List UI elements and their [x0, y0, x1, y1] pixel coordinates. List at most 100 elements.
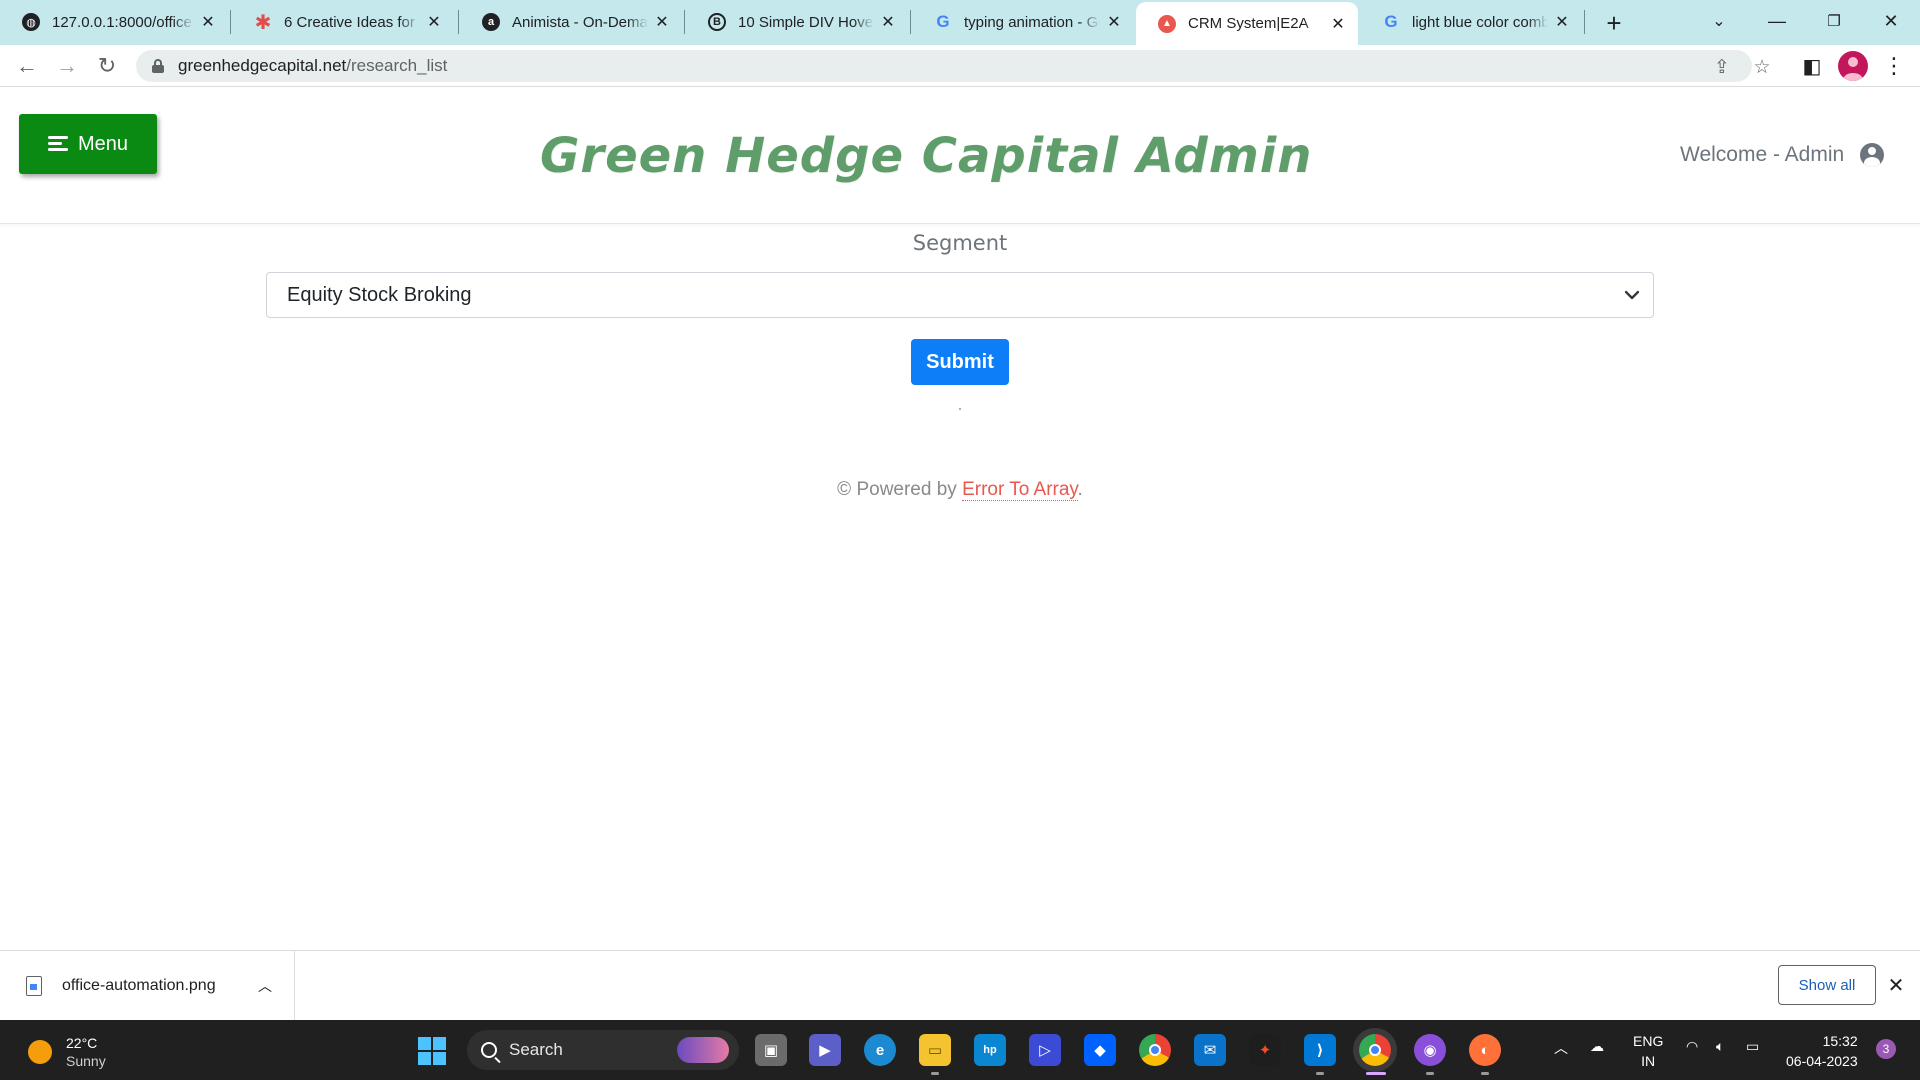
- tab-search-icon[interactable]: ⌄: [1699, 6, 1739, 36]
- weather-widget[interactable]: 22°C Sunny: [28, 1034, 106, 1070]
- teams-icon[interactable]: ▶: [809, 1034, 841, 1066]
- tab-typing-animation[interactable]: G typing animation - Go ✕: [912, 0, 1134, 44]
- back-icon[interactable]: ←: [11, 50, 43, 82]
- temperature: 22°C: [66, 1035, 98, 1051]
- tab-title: 127.0.0.1:8000/office-: [52, 13, 194, 31]
- google-icon: G: [1384, 12, 1398, 31]
- tab-creative-ideas[interactable]: ✱ 6 Creative Ideas for C ✕: [232, 0, 454, 44]
- forward-icon[interactable]: →: [51, 50, 83, 82]
- segment-label: Segment: [912, 231, 1008, 255]
- close-icon[interactable]: ✕: [1884, 973, 1908, 997]
- tab-div-hover[interactable]: B 10 Simple DIV Hover E ✕: [686, 0, 908, 44]
- vscode-icon[interactable]: ⟩: [1304, 1034, 1336, 1066]
- close-icon[interactable]: ✕: [1106, 14, 1122, 31]
- footer-link[interactable]: Error To Array: [962, 479, 1078, 501]
- welcome-text: Welcome - Admin: [1680, 143, 1845, 166]
- tab-light-blue[interactable]: G light blue color comb ✕: [1360, 0, 1582, 44]
- more-menu-icon[interactable]: ⋮: [1878, 50, 1910, 82]
- search-highlight-icon: [677, 1037, 729, 1063]
- tab-title: light blue color comb: [1412, 13, 1548, 31]
- wifi-icon[interactable]: ◠: [1686, 1038, 1698, 1055]
- chrome-active-icon[interactable]: [1359, 1034, 1391, 1066]
- taskbar-search[interactable]: Search: [467, 1030, 739, 1070]
- e2a-icon: ▲: [1158, 14, 1176, 33]
- system-clock[interactable]: 15:32 06-04-2023: [1786, 1031, 1858, 1071]
- address-bar[interactable]: greenhedgecapital.net/research_list ⇪ ☆: [136, 50, 1771, 82]
- notification-badge[interactable]: 3: [1876, 1039, 1896, 1059]
- google-icon: G: [936, 12, 950, 31]
- battery-icon[interactable]: ▭: [1746, 1038, 1759, 1055]
- page-content: Menu Green Hedge Capital Admin Welcome -…: [0, 88, 1920, 950]
- minimize-icon[interactable]: —: [1757, 6, 1797, 36]
- url-text: greenhedgecapital.net/research_list: [178, 56, 448, 75]
- menu-label: Menu: [77, 132, 129, 155]
- divider-dot: [959, 408, 961, 410]
- dropbox-icon[interactable]: ◆: [1084, 1034, 1116, 1066]
- windows-start-icon[interactable]: [418, 1037, 446, 1065]
- myhp-icon[interactable]: hp: [974, 1034, 1006, 1066]
- restore-icon[interactable]: ❐: [1814, 6, 1854, 36]
- segment-select[interactable]: Equity Stock Broking: [266, 272, 1654, 318]
- chevron-down-icon: [1623, 286, 1641, 304]
- media-player-icon[interactable]: ▷: [1029, 1034, 1061, 1066]
- edge-icon[interactable]: e: [864, 1034, 896, 1066]
- mail-icon[interactable]: ✉: [1194, 1034, 1226, 1066]
- user-circle-icon[interactable]: [1860, 143, 1885, 167]
- submit-button[interactable]: Submit: [911, 339, 1009, 385]
- new-tab-button[interactable]: +: [1599, 8, 1629, 38]
- animista-icon: a: [482, 13, 500, 31]
- avatar[interactable]: [1838, 51, 1868, 81]
- menu-button[interactable]: Menu: [19, 114, 157, 174]
- close-icon[interactable]: ✕: [654, 14, 670, 31]
- close-icon[interactable]: ✕: [1330, 16, 1346, 33]
- lock-icon: [152, 59, 164, 73]
- browser-tab-strip: ◍ 127.0.0.1:8000/office- ✕ ✱ 6 Creative …: [0, 0, 1920, 45]
- close-icon[interactable]: ✕: [426, 14, 442, 31]
- page-header: Menu Green Hedge Capital Admin Welcome -…: [0, 88, 1920, 224]
- clock-time: 15:32: [1822, 1033, 1858, 1049]
- downloads-bar: office-automation.png ︿ Show all ✕: [0, 950, 1920, 1021]
- tab-animista[interactable]: a Animista - On-Deman ✕: [460, 0, 682, 44]
- tab-title: typing animation - Go: [964, 13, 1100, 31]
- tab-title: Animista - On-Deman: [512, 13, 648, 31]
- volume-icon[interactable]: 🔈︎: [1716, 1038, 1724, 1055]
- tab-localhost[interactable]: ◍ 127.0.0.1:8000/office- ✕: [0, 0, 228, 44]
- footer-period: .: [1077, 479, 1083, 500]
- globe-icon: ◍: [22, 13, 40, 31]
- tab-title: CRM System|E2A: [1188, 15, 1309, 32]
- figma-icon[interactable]: ✦: [1249, 1034, 1281, 1066]
- onedrive-icon[interactable]: ☁: [1590, 1038, 1604, 1055]
- tab-crm-system[interactable]: ▲ CRM System|E2A ✕: [1136, 2, 1358, 45]
- lang-primary: ENG: [1633, 1033, 1664, 1049]
- close-icon[interactable]: ✕: [200, 14, 216, 31]
- side-panel-icon[interactable]: ◧: [1796, 50, 1828, 82]
- language-indicator[interactable]: ENG IN: [1633, 1031, 1663, 1071]
- github-icon[interactable]: ◉: [1414, 1034, 1446, 1066]
- share-icon[interactable]: ⇪: [1710, 55, 1734, 79]
- close-icon[interactable]: ✕: [880, 14, 896, 31]
- bootstrap-icon: B: [708, 13, 726, 31]
- image-file-icon: [26, 976, 42, 996]
- download-item[interactable]: office-automation.png ︿: [0, 951, 295, 1021]
- lang-secondary: IN: [1641, 1053, 1656, 1069]
- download-file-name: office-automation.png: [62, 977, 216, 994]
- clock-date: 06-04-2023: [1786, 1053, 1858, 1069]
- footer-text: © Powered by: [837, 479, 963, 500]
- show-all-button[interactable]: Show all: [1778, 965, 1876, 1005]
- firefox-icon[interactable]: ◐: [1469, 1034, 1501, 1066]
- user-welcome: Welcome - Admin: [1680, 143, 1885, 167]
- chrome-icon[interactable]: [1139, 1034, 1171, 1066]
- brand-title: Green Hedge Capital Admin: [540, 128, 1313, 184]
- reload-icon[interactable]: ↻: [91, 50, 123, 82]
- menu-bars-icon: [47, 136, 68, 152]
- tab-title: 6 Creative Ideas for C: [284, 13, 420, 31]
- bookmark-star-icon[interactable]: ☆: [1750, 55, 1774, 79]
- window-close-icon[interactable]: ✕: [1871, 6, 1911, 36]
- chevron-up-icon[interactable]: ︿: [258, 976, 272, 996]
- segment-selected-value: Equity Stock Broking: [287, 283, 472, 306]
- search-label: Search: [509, 1040, 563, 1059]
- close-icon[interactable]: ✕: [1554, 14, 1570, 31]
- file-explorer-icon[interactable]: ▭: [919, 1034, 951, 1066]
- chevron-up-icon[interactable]: ︿: [1554, 1038, 1568, 1058]
- task-view-icon[interactable]: ▣: [755, 1034, 787, 1066]
